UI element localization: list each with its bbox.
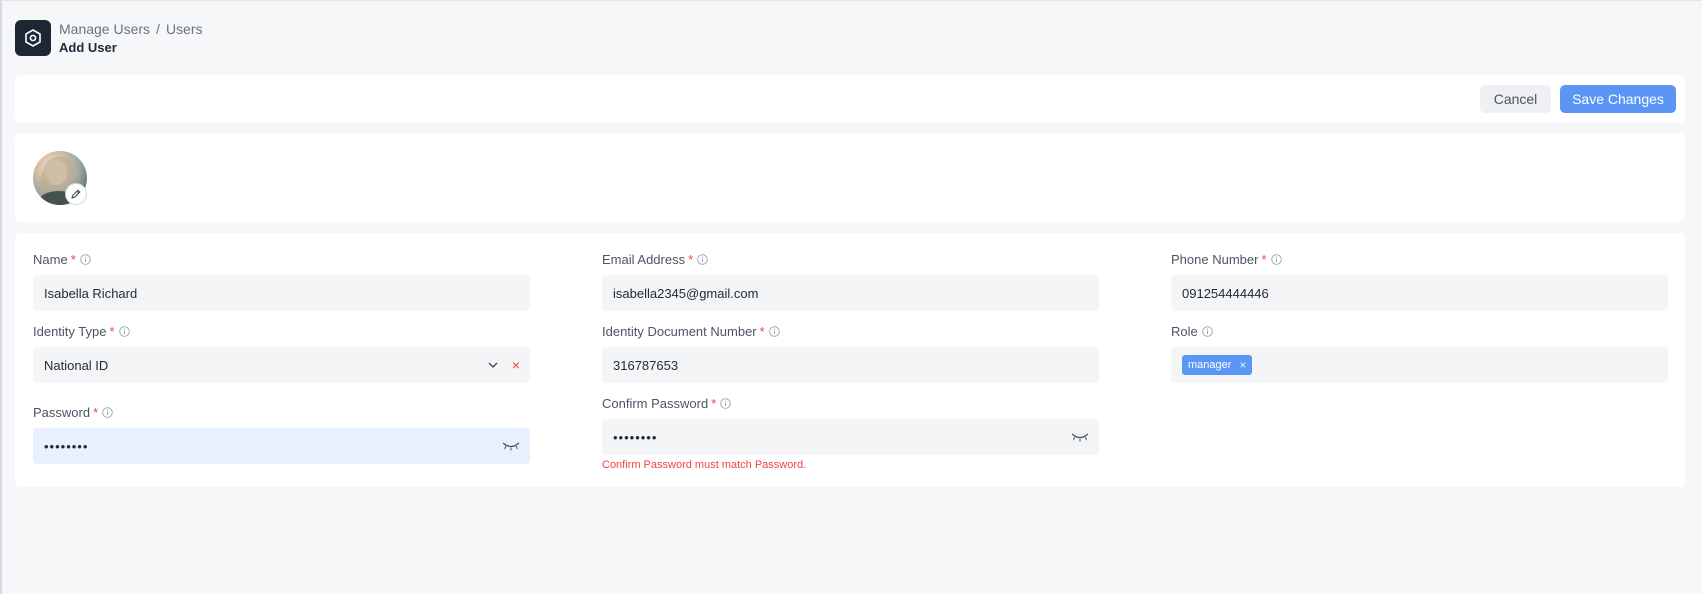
- breadcrumb: Manage Users / Users: [59, 20, 203, 38]
- role-tag: manager ×: [1182, 355, 1253, 375]
- confirm-password-input[interactable]: ••••••••: [602, 419, 1099, 455]
- save-changes-button[interactable]: Save Changes: [1560, 85, 1676, 113]
- password-input[interactable]: ••••••••: [33, 428, 530, 464]
- email-input[interactable]: isabella2345@gmail.com: [602, 275, 1099, 311]
- clear-selection-button[interactable]: ×: [512, 357, 520, 373]
- required-mark: *: [70, 251, 76, 267]
- identity-document-field: Identity Document Number * 316787653: [602, 323, 1099, 383]
- eye-closed-icon[interactable]: [1071, 432, 1089, 442]
- page-header: Manage Users / Users Add User: [15, 20, 203, 56]
- phone-input[interactable]: 091254444446: [1171, 275, 1668, 311]
- breadcrumb-manage-users[interactable]: Manage Users: [59, 20, 150, 38]
- identity-document-input[interactable]: 316787653: [602, 347, 1099, 383]
- app-logo-icon: [15, 20, 51, 56]
- email-label: Email Address: [602, 251, 686, 267]
- identity-type-select[interactable]: National ID ×: [33, 347, 530, 383]
- phone-label: Phone Number: [1171, 251, 1259, 267]
- role-field: Role manager ×: [1171, 323, 1668, 383]
- identity-type-label: Identity Type: [33, 323, 107, 339]
- name-label: Name: [33, 251, 68, 267]
- name-input[interactable]: Isabella Richard: [33, 275, 530, 311]
- role-label: Role: [1171, 323, 1198, 339]
- user-form: Name * Isabella Richard Email Address * …: [15, 233, 1685, 487]
- cancel-button[interactable]: Cancel: [1480, 85, 1551, 113]
- info-icon: [1201, 325, 1213, 337]
- identity-type-field: Identity Type * National ID ×: [33, 323, 530, 383]
- window-top-border: [0, 0, 1702, 1]
- info-icon: [697, 253, 708, 265]
- page-title: Add User: [59, 40, 117, 55]
- info-icon: [79, 253, 91, 265]
- info-icon: [1270, 253, 1282, 265]
- role-multiselect[interactable]: manager ×: [1171, 347, 1668, 383]
- window-left-border: [0, 0, 2, 594]
- name-field: Name * Isabella Richard: [33, 251, 530, 311]
- info-icon: [720, 397, 732, 409]
- required-mark: *: [1261, 251, 1267, 267]
- required-mark: *: [109, 323, 115, 339]
- pencil-icon: [70, 188, 82, 200]
- required-mark: *: [93, 404, 99, 420]
- remove-tag-button[interactable]: ×: [1239, 358, 1246, 372]
- confirm-password-field: Confirm Password * •••••••• Confirm Pass…: [602, 395, 1099, 471]
- info-icon: [118, 325, 130, 337]
- action-toolbar: Cancel Save Changes: [15, 75, 1685, 123]
- confirm-password-error: Confirm Password must match Password.: [602, 459, 807, 471]
- email-field: Email Address * isabella2345@gmail.com: [602, 251, 1099, 311]
- info-icon: [102, 406, 113, 418]
- confirm-password-label: Confirm Password: [602, 395, 709, 411]
- phone-field: Phone Number * 091254444446: [1171, 251, 1668, 311]
- required-mark: *: [688, 251, 694, 267]
- role-tag-label: manager: [1188, 359, 1232, 371]
- eye-closed-icon[interactable]: [502, 441, 520, 451]
- chevron-down-icon[interactable]: [488, 362, 498, 368]
- required-mark: *: [759, 323, 765, 339]
- breadcrumb-users[interactable]: Users: [166, 20, 203, 38]
- avatar-section: [15, 133, 1685, 222]
- breadcrumb-separator: /: [156, 21, 160, 37]
- identity-document-label: Identity Document Number: [602, 323, 757, 339]
- required-mark: *: [711, 395, 717, 411]
- info-icon: [768, 325, 780, 337]
- edit-avatar-button[interactable]: [65, 183, 87, 205]
- password-field: Password * ••••••••: [33, 404, 530, 464]
- password-label: Password: [33, 404, 91, 420]
